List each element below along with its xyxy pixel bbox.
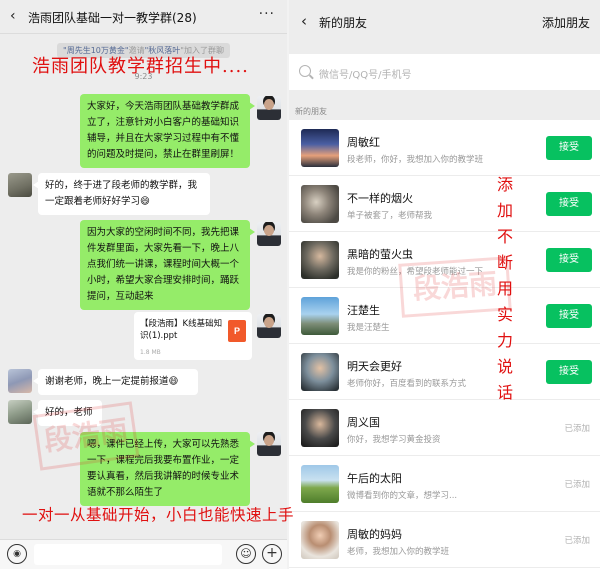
promo-vertical-text: 添加不断用实力说话 [496,175,513,402]
message-bubble[interactable]: 大家好，今天浩雨团队基础教学群成立了，注意针对小白客户的基础知识辅导，并且在大家… [80,94,255,168]
teacher-avatar[interactable] [257,96,281,120]
promo-footer-text: 一对一从基础开始，小白也能快速上手 [22,506,295,524]
friend-request-row[interactable]: 周敏的妈妈 老师，我想加入你的教学班 已添加 [289,512,600,568]
student-avatar[interactable] [8,369,32,393]
add-friend-button[interactable]: 添加朋友 [542,14,590,31]
powerpoint-file-icon: P [228,320,246,342]
section-label-text: 新的朋友 [295,107,327,116]
message-bubble[interactable]: 因为大家的空闲时间不同，我先把课件发群里面，大家先看一下，晚上八点我们统一讲课，… [80,220,255,310]
search-placeholder: 微信号/QQ号/手机号 [319,70,412,81]
new-friends-header: ‹ 新的朋友 添加朋友 [289,0,600,44]
file-attachment[interactable]: 【段浩雨】K线基础知识(1).ppt 1.8 MB P [134,312,252,360]
group-chat-panel: ‹ 浩雨团队基础一对一教学群(28) ··· "周先生10万黄金"邀请"秋风落叶… [0,0,287,569]
added-status: 已添加 [564,480,590,490]
friend-avatar[interactable] [301,129,339,167]
friend-avatar[interactable] [301,297,339,335]
accept-button[interactable]: 接受 [546,192,592,216]
friend-name: 午后的太阳 [347,472,402,485]
friend-message: 微博看到你的文章，想学习... [347,491,458,501]
friend-message: 段老师，你好，我想加入你的教学班 [347,155,484,165]
friend-request-row[interactable]: 明天会更好 老师你好，百度看到的联系方式 接受 [289,344,600,400]
new-friends-title: 新的朋友 [319,16,368,30]
friend-message: 老师你好，百度看到的联系方式 [347,379,467,389]
friend-name: 周敏的妈妈 [347,528,402,541]
friend-avatar[interactable] [301,409,339,447]
teacher-avatar[interactable] [257,314,281,338]
voice-input-icon[interactable]: ◉ [7,544,27,564]
friend-message: 老师，我想加入你的教学班 [347,547,450,557]
friend-request-row[interactable]: 周义国 你好，我想学习黄金投资 已添加 [289,400,600,456]
message-bubble[interactable]: 好的，终于进了段老师的教学群，我一定跟着老师好好学习😄 [33,173,210,215]
accept-button[interactable]: 接受 [546,136,592,160]
student-avatar[interactable] [8,400,32,424]
added-status: 已添加 [564,424,590,434]
friend-name: 黑暗的萤火虫 [347,248,413,261]
back-arrow-icon[interactable]: ‹ [10,8,16,24]
friend-avatar[interactable] [301,241,339,279]
file-name: 【段浩雨】K线基础知识(1).ppt [140,319,223,341]
message-input[interactable] [34,544,222,565]
friend-avatar[interactable] [301,521,339,559]
teacher-avatar[interactable] [257,222,281,246]
emoji-icon[interactable]: ☺ [236,544,256,564]
friend-avatar[interactable] [301,353,339,391]
promo-headline: 浩雨团队教学群招生中.... [32,56,249,77]
friend-name: 周义国 [347,416,380,429]
accept-button[interactable]: 接受 [546,360,592,384]
accept-button[interactable]: 接受 [546,248,592,272]
friend-request-row[interactable]: 不一样的烟火 单子被套了，老师帮我 接受 [289,176,600,232]
friend-message: 我是汪楚生 [347,323,390,333]
friend-avatar[interactable] [301,185,339,223]
friend-name: 周敏红 [347,136,380,149]
student-avatar[interactable] [8,173,32,197]
friend-name: 明天会更好 [347,360,402,373]
friend-request-row[interactable]: 午后的太阳 微博看到你的文章，想学习... 已添加 [289,456,600,512]
friend-name: 不一样的烟火 [347,192,413,205]
search-icon [299,65,311,77]
message-bubble[interactable]: 谢谢老师，晚上一定提前报道😄 [33,369,198,395]
accept-button[interactable]: 接受 [546,304,592,328]
file-size: 1.8 MB [140,349,161,356]
chat-input-bar: ◉ ☺ + [0,539,287,569]
chat-header: ‹ 浩雨团队基础一对一教学群(28) ··· [0,0,287,34]
section-label: 新的朋友 [289,90,600,120]
friend-search-bar[interactable]: 微信号/QQ号/手机号 [289,54,600,90]
more-options-icon[interactable]: ··· [259,6,275,22]
friend-message: 单子被套了，老师帮我 [347,211,433,221]
more-actions-plus-icon[interactable]: + [262,544,282,564]
friend-request-row[interactable]: 周敏红 段老师，你好，我想加入你的教学班 接受 [289,120,600,176]
friend-message: 你好，我想学习黄金投资 [347,435,441,445]
back-arrow-icon[interactable]: ‹ [301,12,307,30]
friend-avatar[interactable] [301,465,339,503]
added-status: 已添加 [564,536,590,546]
teacher-avatar[interactable] [257,432,281,456]
header-gap [289,44,600,54]
friend-name: 汪楚生 [347,304,380,317]
chat-title: 浩雨团队基础一对一教学群(28) [28,11,197,25]
